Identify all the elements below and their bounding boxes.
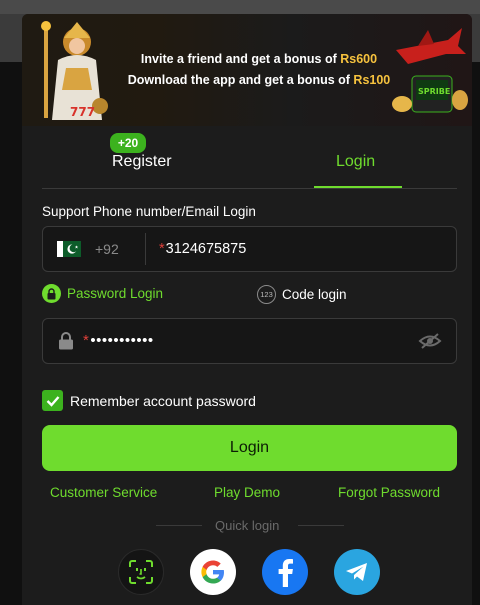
- password-input-value: •••••••••••: [90, 332, 154, 349]
- face-id-icon: [129, 560, 153, 584]
- phone-email-label: Support Phone number/Email Login: [42, 204, 256, 219]
- google-icon: [201, 560, 224, 584]
- active-tab-indicator: [314, 186, 402, 188]
- quick-login-divider-right: [298, 525, 344, 526]
- phone-input-group: +92 *3124675875: [42, 226, 457, 272]
- banner-download-text: Download the app and get a bonus of: [127, 73, 354, 87]
- telegram-icon: [346, 563, 367, 581]
- customer-service-link[interactable]: Customer Service: [50, 485, 157, 500]
- remember-checkbox[interactable]: [42, 390, 63, 411]
- aviator-plane-illustration-icon: SPRIBE: [392, 28, 468, 113]
- phone-input-value: 3124675875: [165, 241, 247, 257]
- page-header-strip: [0, 0, 480, 14]
- play-demo-link[interactable]: Play Demo: [214, 485, 280, 500]
- lock-icon: [42, 284, 61, 303]
- password-input[interactable]: *•••••••••••: [83, 332, 154, 349]
- auth-tabs: Register Login: [42, 139, 457, 189]
- password-lock-icon: [59, 332, 73, 350]
- country-code-selector[interactable]: +92: [95, 241, 119, 257]
- telegram-login-button[interactable]: [334, 549, 380, 595]
- facebook-login-button[interactable]: [262, 549, 308, 595]
- login-button[interactable]: Login: [42, 425, 457, 471]
- svg-text:SPRIBE: SPRIBE: [418, 87, 450, 96]
- password-login-label: Password Login: [67, 286, 164, 301]
- banner-invite-amount: Rs600: [340, 52, 378, 66]
- required-marker: *: [159, 241, 165, 257]
- tab-login[interactable]: Login: [336, 153, 375, 171]
- banner-download-amount: Rs100: [353, 73, 391, 87]
- face-login-button[interactable]: [118, 549, 164, 595]
- quick-login-label: Quick login: [215, 518, 280, 533]
- code-login-label: Code login: [282, 287, 347, 302]
- banner-line-invite: Invite a friend and get a bonus of Rs600: [124, 52, 394, 66]
- code-icon: 123: [257, 285, 276, 304]
- password-login-option[interactable]: Password Login: [42, 284, 163, 303]
- remember-password-label: Remember account password: [70, 392, 256, 409]
- banner-line-download: Download the app and get a bonus of Rs10…: [124, 73, 394, 87]
- required-marker: *: [83, 332, 90, 349]
- password-input-group: *•••••••••••: [42, 318, 457, 364]
- checkmark-icon: [46, 395, 59, 407]
- facebook-icon: [278, 559, 293, 587]
- quick-login-divider-left: [156, 525, 202, 526]
- login-modal: 777 Invite a friend and get a bonus of R…: [22, 14, 472, 605]
- phone-input[interactable]: *3124675875: [159, 241, 246, 257]
- code-login-option[interactable]: 123 Code login: [257, 285, 347, 304]
- google-login-button[interactable]: [190, 549, 236, 595]
- remember-password-row[interactable]: Remember account password: [42, 390, 256, 411]
- banner-invite-text: Invite a friend and get a bonus of: [140, 52, 341, 66]
- svg-text:777: 777: [70, 105, 95, 119]
- tab-register[interactable]: Register: [112, 153, 172, 171]
- pakistan-flag-icon[interactable]: [57, 241, 81, 257]
- register-bonus-badge: +20: [110, 133, 146, 153]
- phone-field-divider: [145, 233, 146, 265]
- promo-banner[interactable]: 777 Invite a friend and get a bonus of R…: [22, 14, 472, 126]
- forgot-password-link[interactable]: Forgot Password: [338, 485, 440, 500]
- queen-illustration-icon: 777: [41, 21, 108, 120]
- eye-off-icon[interactable]: [418, 332, 442, 350]
